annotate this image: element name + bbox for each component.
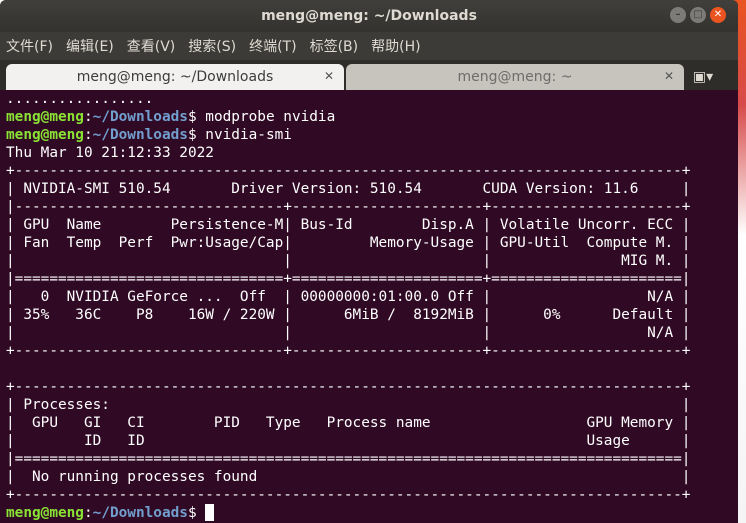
terminal-line: ................. (6, 91, 154, 107)
terminal-output[interactable]: ................. meng@meng:~/Downloads$ … (0, 90, 738, 523)
tab-label: meng@meng: ~ (457, 69, 573, 85)
minimize-icon[interactable]: – (670, 7, 686, 23)
prompt-line: meng@meng:~/Downloads$ (6, 504, 738, 522)
menu-help[interactable]: 帮助(H) (371, 36, 420, 56)
prompt-separator: : (83, 505, 93, 521)
terminal-window: meng@meng: ~/Downloads – □ ✕ 文件(F) 编辑(E)… (0, 0, 738, 523)
menu-file[interactable]: 文件(F) (6, 36, 53, 56)
prompt-dollar: $ (187, 505, 197, 521)
prompt-user: meng@meng (6, 109, 84, 125)
prompt-user: meng@meng (6, 127, 84, 143)
terminal-line: | GPU GI CI PID Type Process name GPU Me… (6, 415, 691, 431)
prompt-user: meng@meng (6, 505, 84, 521)
tab-downloads[interactable]: meng@meng: ~/Downloads ✕ (6, 64, 344, 90)
menu-view[interactable]: 查看(V) (127, 36, 176, 56)
terminal-line: Thu Mar 10 21:12:33 2022 (6, 145, 214, 161)
terminal-line: +---------------------------------------… (6, 379, 691, 395)
prompt-line: meng@meng:~/Downloads$ nvidia-smi (6, 126, 738, 144)
terminal-line: | 35% 36C P8 16W / 220W | 6MiB / 8192MiB… (6, 307, 691, 323)
terminal-line: | GPU Name Persistence-M| Bus-Id Disp.A … (6, 217, 691, 233)
prompt-line: meng@meng:~/Downloads$ modprobe nvidia (6, 108, 738, 126)
command-text: nvidia-smi (196, 127, 292, 143)
tab-close-icon[interactable]: ✕ (664, 69, 674, 83)
terminal-line: | No running processes found | (6, 469, 691, 485)
terminal-line: | NVIDIA-SMI 510.54 Driver Version: 510.… (6, 181, 691, 197)
terminal-line: +-------------------------------+-------… (6, 343, 691, 359)
close-icon[interactable]: ✕ (710, 7, 726, 23)
terminal-line: |-------------------------------+-------… (6, 199, 691, 215)
terminal-line: | ID ID Usage | (6, 433, 691, 449)
prompt-dollar: $ (187, 127, 197, 143)
tab-label: meng@meng: ~/Downloads (76, 69, 274, 85)
prompt-separator: : (83, 127, 93, 143)
title-bar[interactable]: meng@meng: ~/Downloads – □ ✕ (0, 0, 738, 32)
terminal-line: | Processes: | (6, 397, 691, 413)
terminal-line: |=======================================… (6, 451, 691, 467)
prompt-path: ~/Downloads (92, 505, 188, 521)
window-title: meng@meng: ~/Downloads (261, 8, 477, 24)
menu-bar: 文件(F) 编辑(E) 查看(V) 搜索(S) 终端(T) 标签(B) 帮助(H… (0, 32, 738, 60)
tab-home[interactable]: meng@meng: ~ ✕ (346, 64, 684, 90)
terminal-line: +---------------------------------------… (6, 487, 691, 503)
prompt-path: ~/Downloads (92, 109, 188, 125)
terminal-line: |===============================+=======… (6, 271, 691, 287)
terminal-line: | | | N/A | (6, 325, 691, 341)
maximize-icon[interactable]: □ (690, 7, 706, 23)
prompt-path: ~/Downloads (92, 127, 188, 143)
terminal-line: | | | MIG M. | (6, 253, 691, 269)
menu-search[interactable]: 搜索(S) (188, 36, 236, 56)
terminal-line: | Fan Temp Perf Pwr:Usage/Cap| Memory-Us… (6, 235, 691, 251)
new-tab-icon[interactable]: ▣▾ (684, 64, 722, 90)
terminal-line: | 0 NVIDIA GeForce ... Off | 00000000:01… (6, 289, 691, 305)
tab-close-icon[interactable]: ✕ (324, 69, 334, 83)
prompt-separator: : (83, 109, 93, 125)
window-controls: – □ ✕ (670, 7, 726, 23)
menu-terminal[interactable]: 终端(T) (249, 36, 296, 56)
menu-edit[interactable]: 编辑(E) (66, 36, 114, 56)
command-text: modprobe nvidia (196, 109, 336, 125)
prompt-dollar: $ (187, 109, 197, 125)
menu-tabs[interactable]: 标签(B) (310, 36, 359, 56)
tab-bar: meng@meng: ~/Downloads ✕ meng@meng: ~ ✕ … (0, 60, 738, 90)
terminal-line: +---------------------------------------… (6, 163, 691, 179)
text-cursor (205, 504, 215, 521)
